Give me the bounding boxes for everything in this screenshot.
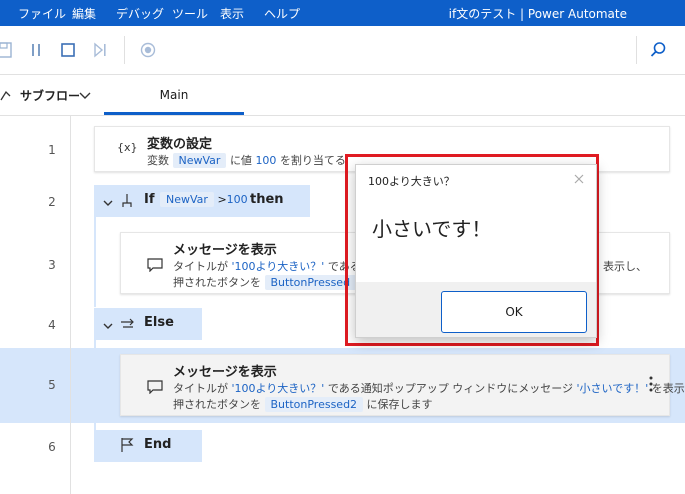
menu-help[interactable]: ヘルプ bbox=[264, 5, 300, 22]
step-title: 変数の設定 bbox=[147, 137, 213, 152]
menu-tools[interactable]: ツール bbox=[172, 5, 208, 22]
end-keyword: End bbox=[144, 437, 172, 452]
toolbar-separator bbox=[124, 36, 125, 64]
variable-token: NewVar bbox=[172, 153, 227, 168]
menu-file[interactable]: ファイル bbox=[18, 5, 66, 22]
save-icon[interactable] bbox=[0, 40, 14, 60]
tab-active-indicator bbox=[104, 112, 244, 115]
menu-edit[interactable]: 編集 bbox=[72, 5, 96, 22]
window-title: if文のテスト | Power Automate bbox=[448, 7, 627, 21]
step-end[interactable]: End bbox=[94, 430, 202, 462]
line-number: 5 bbox=[48, 378, 56, 392]
dialog-title: 100より大きい？ bbox=[368, 175, 455, 188]
line-number: 6 bbox=[48, 440, 56, 454]
dialog-footer: OK bbox=[356, 282, 596, 337]
step-description-line2: 押されたボタンを ButtonPressed こ bbox=[173, 274, 371, 290]
chevron-down-icon[interactable] bbox=[78, 87, 92, 101]
stop-icon[interactable] bbox=[58, 40, 78, 60]
menu-view[interactable]: 表示 bbox=[220, 5, 244, 22]
variable-token: NewVar bbox=[160, 192, 214, 207]
variable-token: ButtonPressed2 bbox=[264, 397, 364, 412]
then-keyword: then bbox=[250, 192, 284, 207]
toolbar bbox=[0, 26, 685, 75]
message-icon bbox=[147, 379, 163, 398]
step-description-line1-tail: 表示し、 bbox=[603, 260, 647, 273]
if-body-bar bbox=[94, 217, 96, 307]
step-if[interactable]: If NewVar >100 then bbox=[94, 185, 310, 217]
toolbar-separator bbox=[636, 36, 637, 64]
record-icon[interactable] bbox=[138, 40, 158, 60]
menu-debug[interactable]: デバッグ bbox=[116, 5, 164, 22]
else-branch-icon bbox=[120, 316, 136, 336]
more-options-icon[interactable] bbox=[647, 375, 655, 397]
if-condition: NewVar >100 bbox=[160, 192, 248, 207]
step-description-line1: タイトルが '100より大きい？' である通知ポップアップ ウィンドウにメッセー… bbox=[173, 382, 685, 395]
step-title: メッセージを表示 bbox=[173, 243, 277, 258]
line-number: 3 bbox=[48, 258, 56, 272]
pause-icon[interactable] bbox=[26, 40, 46, 60]
else-keyword: Else bbox=[144, 315, 174, 330]
step-display-message-selected[interactable]: メッセージを表示 タイトルが '100より大きい？' である通知ポップアップ ウ… bbox=[120, 354, 685, 416]
message-dialog: 100より大きい？ 小さいです！ OK bbox=[355, 164, 597, 338]
next-step-icon[interactable] bbox=[90, 40, 110, 60]
dialog-message: 小さいです！ bbox=[372, 217, 492, 241]
variable-token: ButtonPressed bbox=[264, 275, 357, 290]
step-title: メッセージを表示 bbox=[173, 365, 277, 380]
tab-main[interactable]: Main bbox=[104, 75, 244, 115]
line-number: 2 bbox=[48, 195, 56, 209]
line-number: 4 bbox=[48, 318, 56, 332]
message-icon bbox=[147, 257, 163, 276]
close-icon[interactable] bbox=[572, 171, 586, 185]
step-description-line2: 押されたボタンを ButtonPressed2 に保存します bbox=[173, 397, 433, 412]
step-description: 変数 NewVar に値 100 を割り当てる bbox=[147, 153, 346, 168]
value-token: 100 bbox=[255, 154, 277, 167]
variable-icon: {x} bbox=[117, 141, 138, 154]
gutter-divider bbox=[70, 116, 71, 494]
chevron-down-icon[interactable] bbox=[102, 317, 114, 336]
menu-bar: ファイル 編集 デバッグ ツール 表示 ヘルプ if文のテスト | Power … bbox=[0, 0, 685, 26]
line-number: 1 bbox=[48, 143, 56, 157]
branch-icon bbox=[120, 193, 134, 213]
ok-button[interactable]: OK bbox=[441, 291, 587, 333]
chevron-down-icon[interactable] bbox=[102, 194, 114, 213]
step-else[interactable]: Else bbox=[94, 308, 202, 340]
subflow-dropdown[interactable]: サブフロー bbox=[20, 87, 80, 104]
subflow-icon bbox=[0, 87, 16, 106]
flag-icon bbox=[120, 437, 134, 457]
tabs-row: サブフロー Main bbox=[0, 75, 685, 116]
else-body-bar bbox=[94, 340, 96, 430]
search-icon[interactable] bbox=[648, 40, 668, 60]
if-keyword: If bbox=[144, 192, 155, 207]
